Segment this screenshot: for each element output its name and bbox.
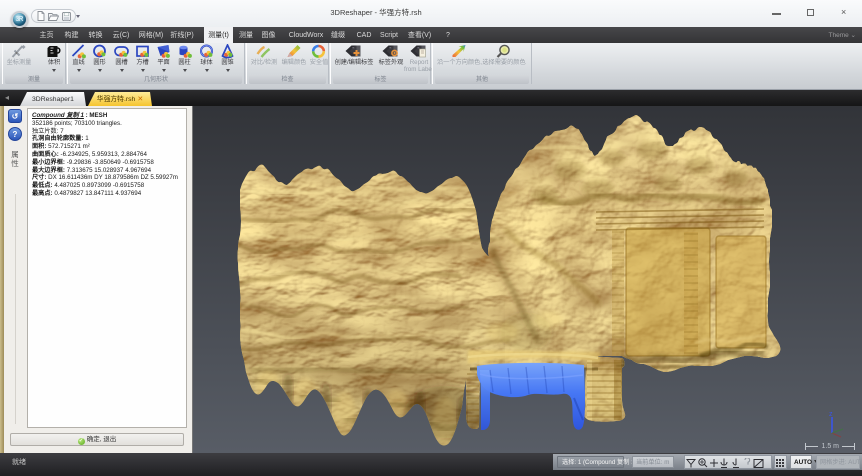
- svg-text:z: z: [829, 411, 833, 418]
